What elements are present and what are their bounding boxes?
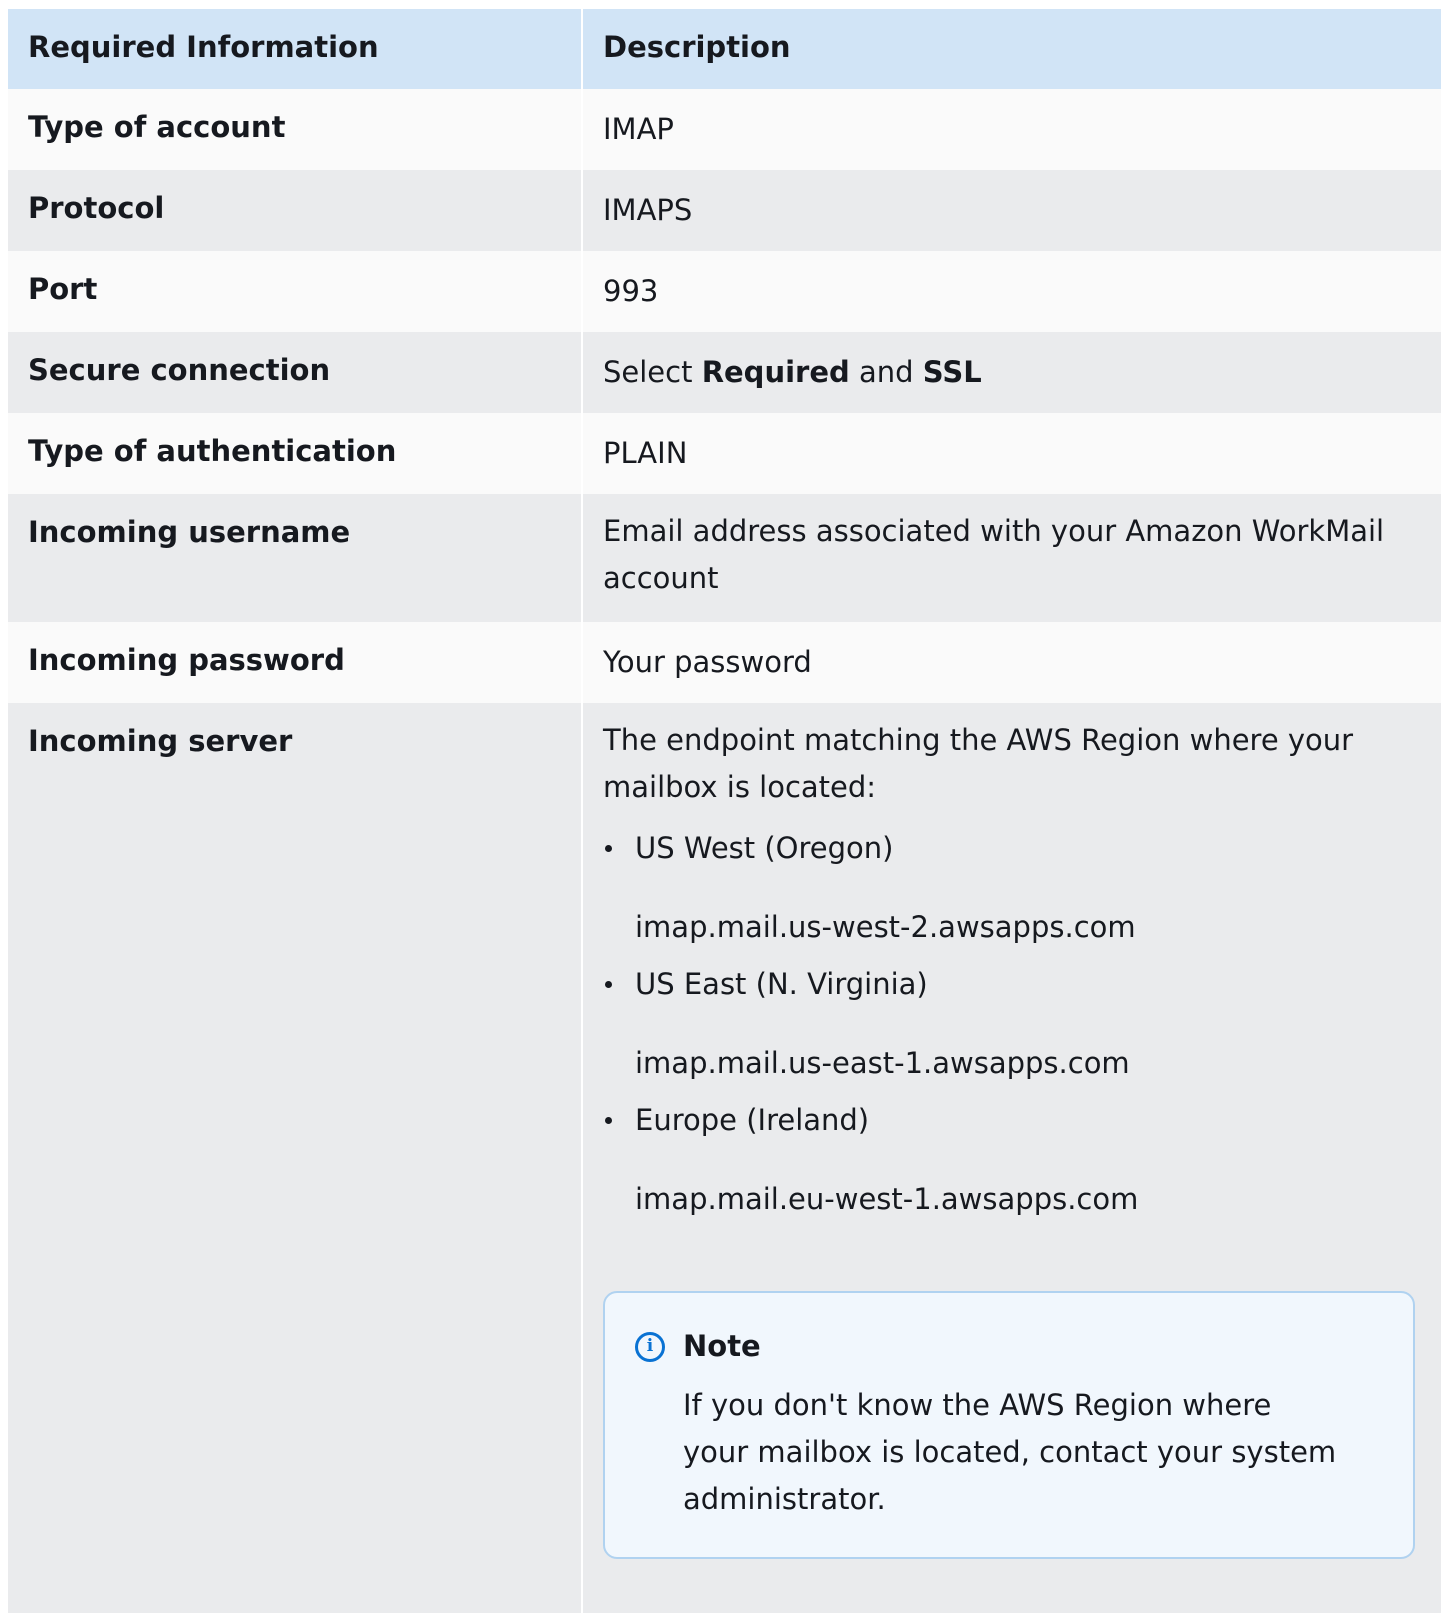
value-text: and — [849, 355, 923, 389]
table-row: Incoming username Email address associat… — [8, 494, 1441, 622]
list-item: US West (Oregon) imap.mail.us-west-2.aws… — [603, 825, 1421, 951]
value-emphasis-ssl: SSL — [922, 355, 982, 389]
list-item: US East (N. Virginia) imap.mail.us-east-… — [603, 961, 1421, 1087]
note-callout: i Note If you don't know the AWS Region … — [603, 1291, 1415, 1559]
table-row: Type of authentication PLAIN — [8, 413, 1441, 494]
column-header-description: Description — [603, 30, 791, 64]
table-row: Incoming server The endpoint matching th… — [8, 703, 1441, 1613]
note-title: Note — [683, 1329, 761, 1363]
table-row: Protocol IMAPS — [8, 170, 1441, 251]
row-label: Type of authentication — [8, 413, 583, 494]
region-list: US West (Oregon) imap.mail.us-west-2.aws… — [603, 825, 1421, 1223]
value-text: Select — [603, 355, 702, 389]
row-value: IMAP — [603, 112, 674, 146]
region-host: imap.mail.us-west-2.awsapps.com — [635, 910, 1136, 944]
note-header: i Note — [635, 1323, 1383, 1370]
bullet-icon — [605, 845, 612, 852]
row-label: Secure connection — [8, 332, 583, 413]
settings-table: Required Information Description Type of… — [8, 9, 1441, 1613]
region-host: imap.mail.eu-west-1.awsapps.com — [635, 1182, 1139, 1216]
table-row: Type of account IMAP — [8, 89, 1441, 170]
server-intro: The endpoint matching the AWS Region whe… — [603, 723, 1354, 804]
region-name: US East (N. Virginia) — [635, 967, 928, 1001]
row-value: Your password — [603, 645, 812, 679]
region-name: US West (Oregon) — [635, 831, 894, 865]
value-emphasis-required: Required — [701, 355, 850, 389]
row-label: Protocol — [8, 170, 583, 251]
row-value: PLAIN — [603, 436, 688, 470]
table-header-row: Required Information Description — [8, 9, 1441, 89]
table-row: Secure connection Select Required and SS… — [8, 332, 1441, 413]
note-text: If you don't know the AWS Region where y… — [683, 1388, 1337, 1516]
column-header-required-information: Required Information — [8, 9, 583, 89]
row-value: Email address associated with your Amazo… — [603, 514, 1385, 595]
row-value: The endpoint matching the AWS Region whe… — [583, 703, 1441, 1613]
row-value: Select Required and SSL — [583, 332, 1441, 413]
row-label: Port — [8, 251, 583, 332]
row-label: Incoming username — [8, 494, 583, 622]
table-row: Incoming password Your password — [8, 622, 1441, 703]
row-label: Type of account — [8, 89, 583, 170]
bullet-icon — [605, 981, 612, 988]
list-item: Europe (Ireland) imap.mail.eu-west-1.aws… — [603, 1097, 1421, 1223]
row-value: IMAPS — [603, 193, 693, 227]
row-label: Incoming password — [8, 622, 583, 703]
table-row: Port 993 — [8, 251, 1441, 332]
row-label: Incoming server — [8, 703, 583, 1613]
row-value: 993 — [603, 274, 659, 308]
region-host: imap.mail.us-east-1.awsapps.com — [635, 1046, 1130, 1080]
info-icon: i — [635, 1331, 665, 1362]
region-name: Europe (Ireland) — [635, 1103, 870, 1137]
bullet-icon — [605, 1117, 612, 1124]
